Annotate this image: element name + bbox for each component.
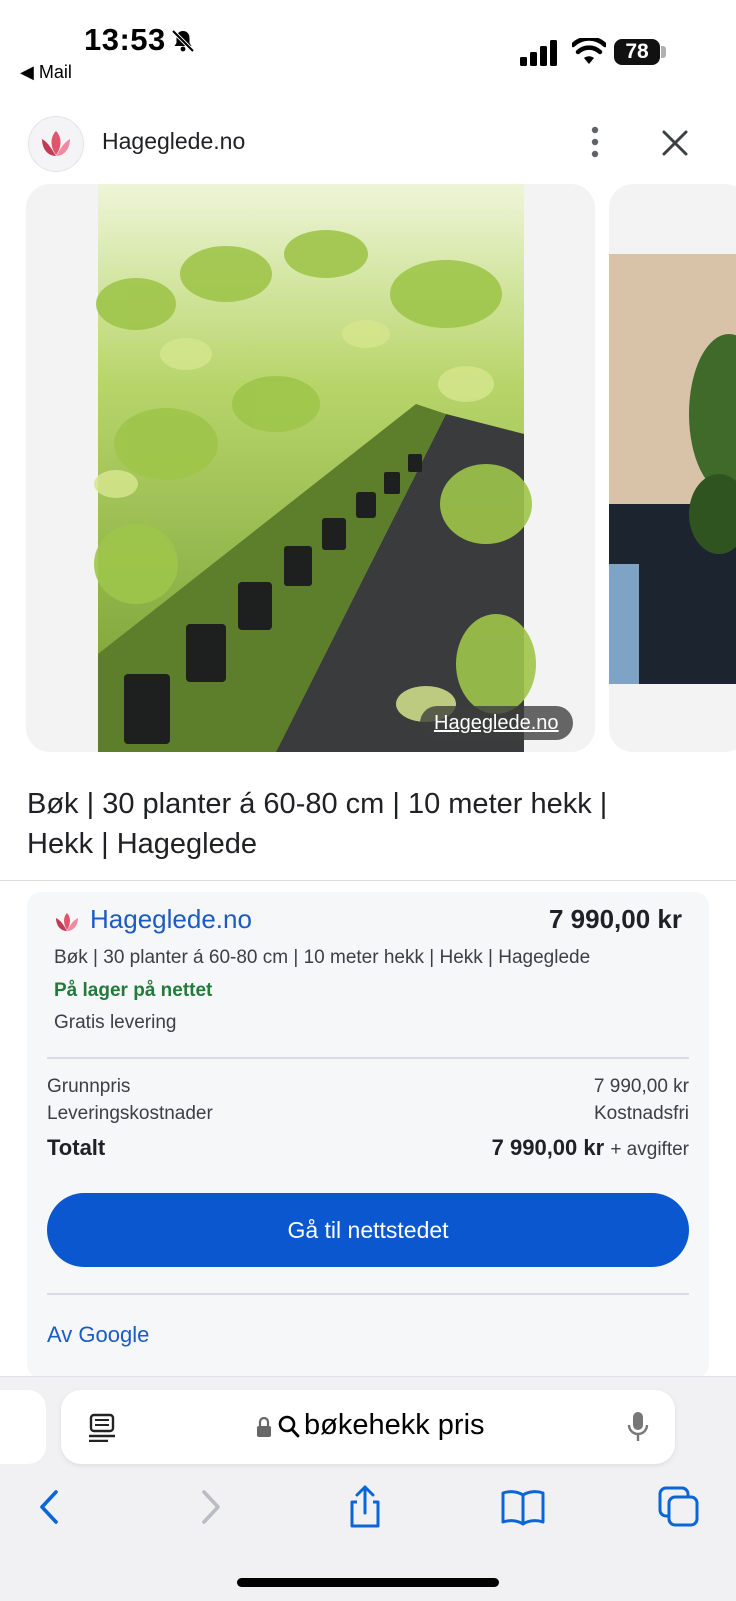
hedge-photo xyxy=(94,184,536,752)
site-logo xyxy=(28,116,84,172)
by-google-link[interactable]: Av Google xyxy=(47,1322,149,1348)
search-icon xyxy=(278,1415,300,1438)
battery-tip xyxy=(661,46,666,58)
product-image-main[interactable] xyxy=(26,184,595,752)
lotus-logo-icon xyxy=(42,131,70,156)
hedge-photo-2 xyxy=(609,254,736,684)
tabs-icon[interactable] xyxy=(656,1484,702,1530)
total-value: 7 990,00 kr + avgifter xyxy=(389,1135,689,1161)
back-to-mail-link[interactable]: ◀ Mail xyxy=(20,62,72,83)
total-amount: 7 990,00 kr xyxy=(491,1135,605,1160)
stock-status: På lager på nettet xyxy=(54,980,213,1001)
battery-level: 78 xyxy=(614,39,660,65)
delivery-info: Gratis levering xyxy=(54,1012,177,1033)
base-price-value: 7 990,00 kr xyxy=(593,1076,689,1097)
bookmarks-icon[interactable] xyxy=(500,1484,546,1530)
divider xyxy=(47,1293,689,1295)
back-icon[interactable] xyxy=(28,1484,74,1530)
product-title: Bøk | 30 planter á 60-80 cm | 10 meter h… xyxy=(27,788,608,860)
reader-icon[interactable] xyxy=(88,1412,116,1442)
header-site-name[interactable]: Hageglede.no xyxy=(102,128,245,155)
divider xyxy=(47,1057,689,1059)
offer-price: 7 990,00 kr xyxy=(548,904,682,934)
total-label: Totalt xyxy=(47,1135,106,1160)
home-indicator xyxy=(237,1578,499,1587)
status-time: 13:53 xyxy=(84,22,166,57)
merchant-name-link[interactable]: Hageglede.no xyxy=(90,904,252,935)
more-vert-icon[interactable] xyxy=(582,124,608,160)
close-icon[interactable] xyxy=(660,128,690,158)
photo-credit-link[interactable]: Hageglede.no xyxy=(420,706,573,740)
shipping-value: Kostnadsfri xyxy=(593,1103,689,1124)
cellular-signal-icon xyxy=(520,40,557,66)
offer-title: Bøk | 30 planter á 60-80 cm | 10 meter h… xyxy=(54,947,591,968)
forward-icon[interactable] xyxy=(186,1484,232,1530)
divider xyxy=(0,880,736,881)
go-to-site-button[interactable]: Gå til nettstedet xyxy=(47,1193,689,1267)
previous-tab-preview[interactable] xyxy=(0,1390,46,1464)
mic-icon[interactable] xyxy=(626,1410,650,1444)
base-price-label: Grunnpris xyxy=(47,1076,131,1097)
shipping-label: Leveringskostnader xyxy=(47,1103,213,1124)
lock-icon xyxy=(257,1416,271,1437)
share-icon[interactable] xyxy=(342,1484,388,1530)
product-image-next[interactable] xyxy=(609,184,736,752)
total-suffix: + avgifter xyxy=(610,1139,689,1160)
merchant-logo-icon xyxy=(56,913,78,931)
url-text[interactable]: bøkehekk pris xyxy=(304,1409,485,1442)
bell-muted-icon xyxy=(171,29,195,53)
wifi-icon xyxy=(572,38,606,64)
